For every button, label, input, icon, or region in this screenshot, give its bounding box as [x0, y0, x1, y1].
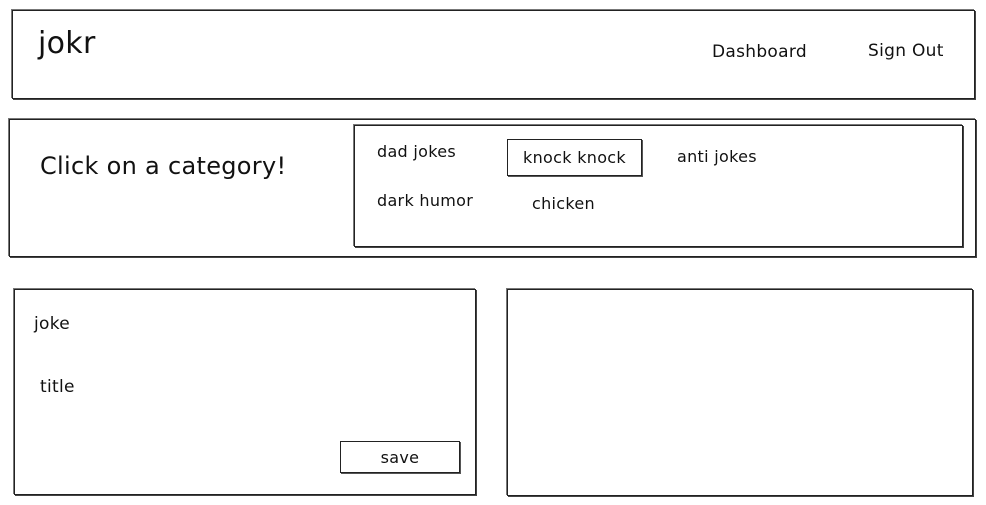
category-dad-jokes[interactable]: dad jokes	[377, 142, 456, 161]
category-anti-jokes[interactable]: anti jokes	[677, 147, 757, 166]
title-field[interactable]: title	[40, 377, 75, 397]
nav-dashboard-link[interactable]: Dashboard	[712, 42, 807, 62]
joke-field[interactable]: joke	[34, 314, 70, 334]
app-logo[interactable]: jokr	[38, 26, 96, 61]
category-knock-knock-selected[interactable]: knock knock	[507, 139, 642, 176]
header-bar	[12, 10, 975, 99]
joke-display-panel	[507, 289, 973, 496]
category-prompt: Click on a category!	[40, 152, 287, 180]
category-dark-humor[interactable]: dark humor	[377, 191, 473, 210]
save-button[interactable]: save	[340, 441, 460, 473]
category-chicken[interactable]: chicken	[532, 194, 595, 213]
nav-sign-out-link[interactable]: Sign Out	[868, 41, 944, 61]
